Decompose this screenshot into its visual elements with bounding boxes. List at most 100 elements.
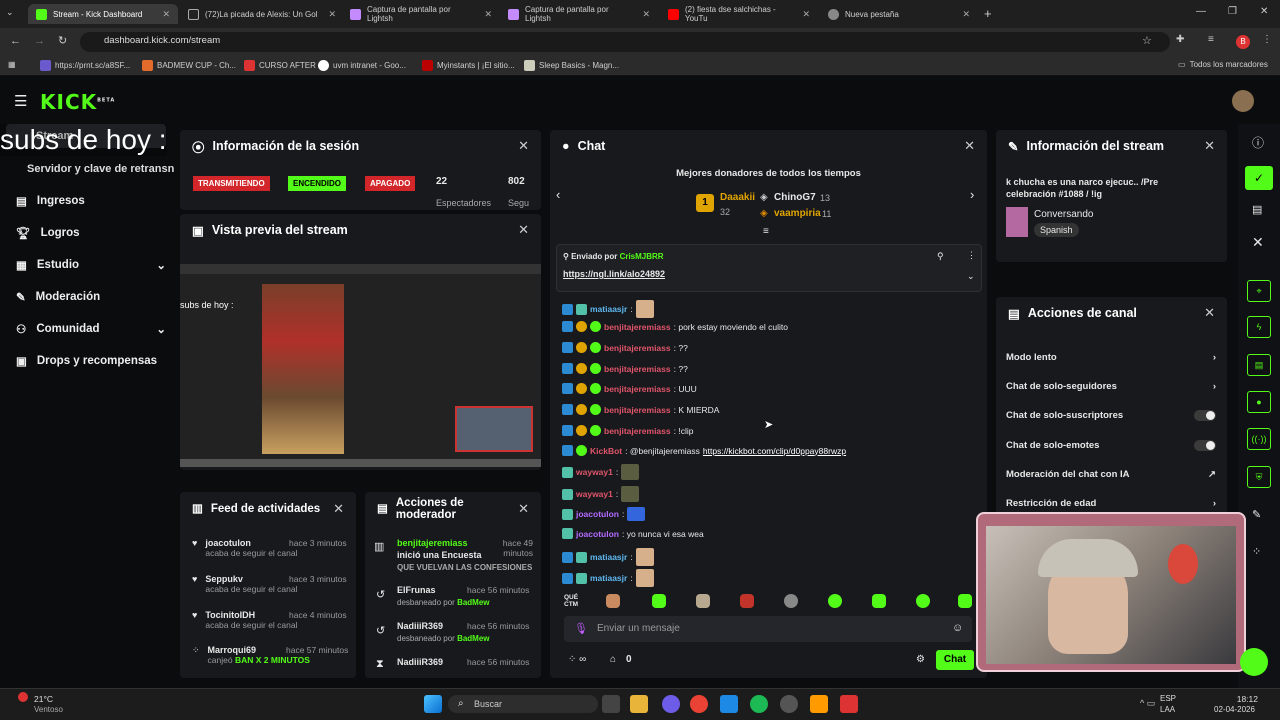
close-window-icon[interactable]: ✕ (1260, 6, 1268, 17)
task-view-icon[interactable] (602, 695, 620, 713)
emote-icon[interactable] (740, 594, 754, 608)
bookmark-4[interactable]: uvm intranet - Goo... (318, 60, 406, 71)
bookmark-star-icon[interactable]: ☆ (1142, 34, 1152, 47)
rail-shield-icon[interactable]: ⛨ (1247, 466, 1271, 488)
rail-bolt-icon[interactable]: ϟ (1247, 316, 1271, 338)
menu-list-icon[interactable]: ≡ (1208, 34, 1214, 45)
taskbar-search[interactable]: ⌕ Buscar (448, 695, 598, 713)
emote-icon[interactable] (784, 594, 798, 608)
clock-time[interactable]: 18:12 (1218, 694, 1258, 704)
all-bookmarks[interactable]: ▭ Todos los marcadores (1178, 60, 1268, 69)
emote-icon[interactable] (696, 594, 710, 608)
info-icon[interactable]: ⓘ (1252, 134, 1264, 151)
illustrator-icon[interactable] (810, 695, 828, 713)
category-name[interactable]: Conversando (1034, 209, 1093, 220)
slow-mode-row[interactable]: Modo lento › (1006, 352, 1216, 363)
emoji-icon[interactable]: ☺ (952, 622, 963, 634)
close-icon[interactable]: ✕ (642, 9, 650, 20)
sidebar-item-ingresos[interactable]: ▤ Ingresos (16, 194, 166, 208)
pinned-link[interactable]: https://ngl.link/alo24892 (563, 269, 665, 279)
rail-doc-icon[interactable]: ▤ (1247, 354, 1271, 376)
rail-community-icon[interactable]: ⁘ (1252, 545, 1261, 558)
new-tab-plus-icon[interactable]: + (984, 6, 992, 21)
rail-focus-icon[interactable]: ⌖ (1247, 280, 1271, 302)
donor-name[interactable]: vaampiria (774, 208, 821, 219)
bookmark-5[interactable]: Myinstants | ¡El sitio... (422, 60, 515, 71)
close-icon[interactable]: ✕ (162, 9, 170, 20)
emote-icon[interactable] (652, 594, 666, 608)
mod-user[interactable]: NadiiiR369 (397, 657, 443, 667)
weather-temp[interactable]: 21°C (34, 694, 53, 704)
close-icon[interactable]: ✕ (333, 502, 344, 515)
tray-icons[interactable]: ^ ▭ (1140, 698, 1155, 709)
donor-name[interactable]: ChinoG7 (774, 192, 816, 203)
settings-gear-icon[interactable]: ⚙ (916, 654, 925, 665)
chrome-icon[interactable] (690, 695, 708, 713)
bookmark-1[interactable]: https://prnt.sc/a8SF... (40, 60, 130, 71)
tab-kick-dashboard[interactable]: Stream - Kick Dashboard ✕ (28, 4, 178, 24)
emotes-only-toggle[interactable] (1194, 440, 1216, 451)
close-icon[interactable]: ✕ (518, 222, 529, 238)
mod-user[interactable]: ElFrunas (397, 585, 436, 595)
emote-icon[interactable] (872, 594, 886, 608)
chevron-left-icon[interactable]: ‹ (556, 187, 560, 202)
app-icon[interactable] (720, 695, 738, 713)
extensions-icon[interactable]: ✚ (1176, 34, 1184, 45)
age-restriction-row[interactable]: Restricción de edad › (1006, 498, 1216, 509)
ai-moderation-row[interactable]: Moderación del chat con IA ↗ (1006, 469, 1216, 480)
rail-chat-icon[interactable]: ● (1247, 391, 1271, 413)
hamburger-menu-icon[interactable]: ☰ (14, 92, 27, 110)
kick-logo[interactable]: KICKBETA (40, 90, 115, 114)
close-icon[interactable]: ✕ (962, 9, 970, 20)
tab-tiktok[interactable]: (72)La picada de Alexis: Un Gol ✕ (180, 4, 344, 24)
followers-only-row[interactable]: Chat de solo-seguidores › (1006, 381, 1216, 392)
apps-grid-icon[interactable]: ▦ (8, 60, 16, 69)
tab-lightshot-2[interactable]: Captura de pantalla por Lightsh ✕ (500, 4, 658, 24)
reload-icon[interactable]: ↻ (58, 34, 67, 47)
sidebar-item-drops[interactable]: ▣ Drops y recompensas (16, 354, 166, 368)
obs-icon[interactable] (780, 695, 798, 713)
emote-icon[interactable] (916, 594, 930, 608)
app-red-icon[interactable] (840, 695, 858, 713)
points-icon[interactable]: ⁘ ∞ (568, 654, 586, 665)
mod-user[interactable]: benjitajeremiass (397, 538, 468, 548)
chevron-right-icon[interactable]: › (970, 187, 974, 202)
emote-icon[interactable] (606, 594, 620, 608)
tab-lightshot-1[interactable]: Captura de pantalla por Lightsh ✕ (342, 4, 500, 24)
server-key-item[interactable]: Servidor y clave de retransn (27, 163, 174, 175)
bookmark-2[interactable]: BADMEW CUP - Ch... (142, 60, 236, 71)
minimize-icon[interactable]: — (1196, 6, 1206, 17)
sidebar-item-estudio[interactable]: ▦ Estudio ⌄ (16, 258, 166, 272)
chevron-down-icon[interactable]: ⌄ (967, 271, 975, 282)
discord-icon[interactable] (662, 695, 680, 713)
close-icon[interactable]: ✕ (964, 138, 975, 154)
confirm-check-icon[interactable]: ✓ (1245, 166, 1273, 190)
list-toggle-icon[interactable]: ≡ (763, 226, 769, 237)
sidebar-item-comunidad[interactable]: ⚇ Comunidad ⌄ (16, 322, 166, 336)
close-x-icon[interactable]: ✕ (1252, 234, 1264, 251)
donor-name[interactable]: Daaakii (720, 192, 755, 203)
close-icon[interactable]: ✕ (1204, 138, 1215, 154)
pin-icon[interactable]: ⚲ (937, 251, 944, 262)
emote-quectm[interactable]: QUÉ CTM (564, 594, 582, 608)
close-icon[interactable]: ✕ (328, 9, 336, 20)
close-icon[interactable]: ✕ (484, 9, 492, 20)
tab-youtube[interactable]: (2) fiesta dse salchichas - YouTu ✕ (660, 4, 818, 24)
chat-input[interactable]: 🎙︎ Enviar un mensaje ☺ (564, 616, 972, 642)
language-indicator[interactable]: ESP (1160, 694, 1176, 703)
sidebar-item-logros[interactable]: 🏆︎ Logros (16, 226, 166, 240)
close-icon[interactable]: ✕ (802, 9, 810, 20)
profile-avatar[interactable]: B (1236, 35, 1250, 49)
bookmark-6[interactable]: Sleep Basics - Magn... (524, 60, 619, 71)
maximize-icon[interactable]: ❐ (1228, 6, 1237, 17)
send-chat-button[interactable]: Chat (936, 650, 974, 670)
tab-new[interactable]: Nueva pestaña ✕ (820, 4, 978, 24)
close-icon[interactable]: ✕ (1204, 305, 1215, 321)
windows-start-icon[interactable] (424, 695, 442, 713)
microphone-icon[interactable]: 🎙︎ (574, 622, 588, 635)
sidebar-item-moderacion[interactable]: ✎ Moderación (16, 290, 166, 304)
kick-floating-button[interactable] (1240, 648, 1268, 676)
emote-icon[interactable] (958, 594, 972, 608)
forward-icon[interactable]: → (34, 35, 45, 47)
mod-user[interactable]: NadiiiR369 (397, 621, 443, 631)
